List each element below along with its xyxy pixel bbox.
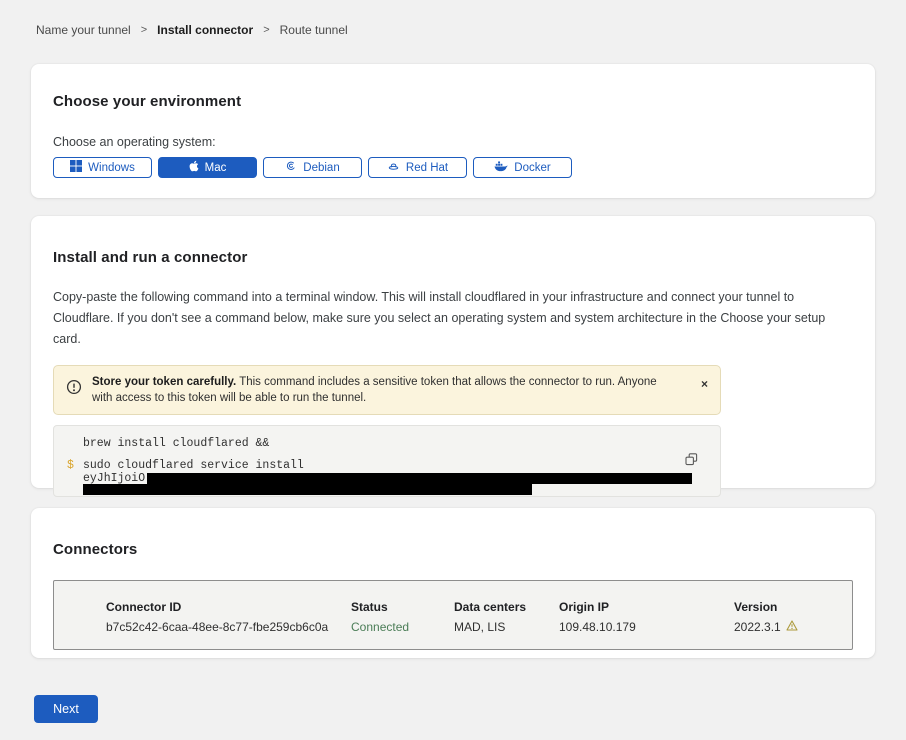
close-icon[interactable]: × — [701, 378, 708, 390]
breadcrumb-route-tunnel[interactable]: Route tunnel — [280, 23, 348, 37]
code-line-brew: brew install cloudflared && — [67, 437, 680, 450]
col-origin-ip: Origin IP — [559, 600, 734, 614]
code-line-service-install: sudo cloudflared service install — [83, 459, 692, 472]
os-button-mac[interactable]: Mac — [158, 157, 257, 178]
environment-card-title: Choose your environment — [53, 93, 853, 110]
os-button-label: Mac — [205, 162, 227, 174]
install-connector-title: Install and run a connector — [53, 249, 853, 266]
shell-prompt: $ — [67, 459, 83, 495]
token-prefix: eyJhIjoiO — [83, 472, 145, 485]
redacted-token-bar — [83, 484, 532, 495]
breadcrumb-separator: > — [263, 24, 269, 36]
version-value: 2022.3.1 — [734, 620, 852, 634]
copy-icon[interactable] — [685, 453, 698, 469]
windows-logo-icon — [70, 160, 82, 175]
breadcrumb: Name your tunnel > Install connector > R… — [31, 23, 875, 37]
os-button-debian[interactable]: Debian — [263, 157, 362, 178]
connectors-table: Connector ID Status Data centers Origin … — [53, 580, 853, 650]
os-button-redhat[interactable]: Red Hat — [368, 157, 467, 178]
origin-ip-value: 109.48.10.179 — [559, 620, 734, 634]
docker-whale-icon — [494, 160, 508, 175]
breadcrumb-install-connector[interactable]: Install connector — [157, 23, 253, 37]
next-button[interactable]: Next — [34, 695, 98, 723]
redacted-token-bar — [147, 473, 692, 484]
connectors-card: Connectors Connector ID Status Data cent… — [31, 508, 875, 658]
os-button-group: Windows Mac Debian Red Hat — [53, 157, 853, 178]
os-button-label: Debian — [303, 162, 339, 174]
connector-table-row: b7c52c42-6caa-48ee-8c77-fbe259cb6c0a Con… — [106, 620, 852, 634]
col-version: Version — [734, 600, 852, 614]
status-badge: Connected — [351, 620, 454, 634]
os-button-label: Docker — [514, 162, 550, 174]
col-status: Status — [351, 600, 454, 614]
os-button-windows[interactable]: Windows — [53, 157, 152, 178]
page: Name your tunnel > Install connector > R… — [0, 0, 906, 740]
breadcrumb-name-your-tunnel[interactable]: Name your tunnel — [36, 23, 131, 37]
choose-environment-card: Choose your environment Choose an operat… — [31, 64, 875, 198]
col-data-centers: Data centers — [454, 600, 559, 614]
breadcrumb-separator: > — [141, 24, 147, 36]
col-connector-id: Connector ID — [106, 600, 351, 614]
warning-triangle-icon — [786, 620, 798, 634]
token-warning-banner: Store your token carefully. This command… — [53, 365, 721, 415]
install-connector-card: Install and run a connector Copy-paste t… — [31, 216, 875, 488]
os-select-label: Choose an operating system: — [53, 135, 853, 149]
install-connector-description: Copy-paste the following command into a … — [53, 287, 849, 350]
apple-logo-icon — [189, 160, 199, 175]
data-centers-value: MAD, LIS — [454, 620, 559, 634]
connectors-table-header: Connector ID Status Data centers Origin … — [106, 600, 852, 614]
os-button-label: Windows — [88, 162, 135, 174]
alert-circle-icon — [66, 379, 82, 400]
token-warning-bold: Store your token carefully. — [92, 376, 236, 388]
install-command-codeblock[interactable]: brew install cloudflared && $ sudo cloud… — [53, 425, 721, 497]
token-warning-text: Store your token carefully. This command… — [92, 374, 667, 406]
redhat-logo-icon — [387, 160, 400, 175]
connector-id-value: b7c52c42-6caa-48ee-8c77-fbe259cb6c0a — [106, 620, 351, 634]
connectors-title: Connectors — [53, 541, 853, 558]
os-button-docker[interactable]: Docker — [473, 157, 572, 178]
debian-logo-icon — [285, 160, 297, 175]
os-button-label: Red Hat — [406, 162, 448, 174]
